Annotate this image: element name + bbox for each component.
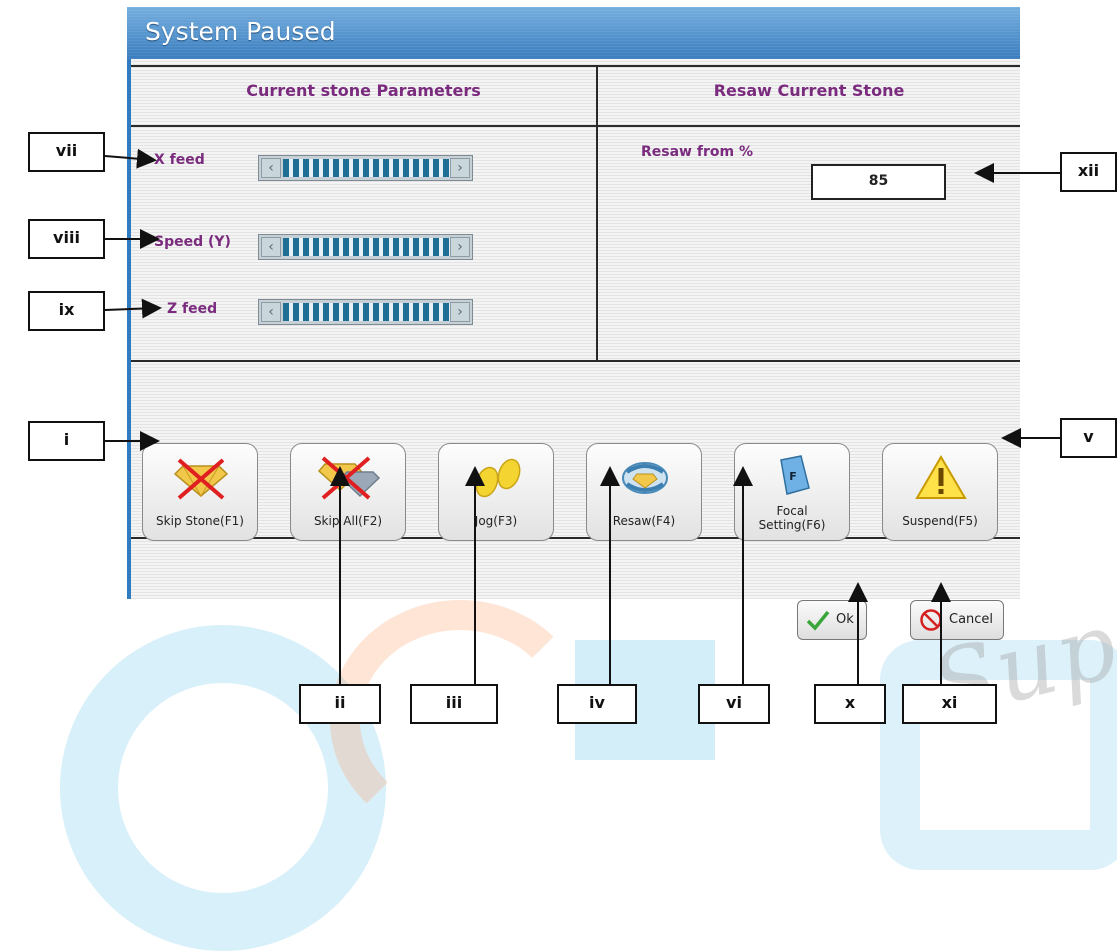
slider-track[interactable] xyxy=(283,159,451,177)
resaw-icon xyxy=(622,462,668,494)
speed-y-label: Speed (Y) xyxy=(154,234,231,250)
cancel-icon xyxy=(920,609,942,631)
divider xyxy=(131,125,1020,127)
callout-iii: iii xyxy=(410,684,498,724)
jog-label: Jog(F3) xyxy=(474,514,518,528)
callout-viii: viii xyxy=(28,219,105,259)
footprints-icon xyxy=(475,458,521,498)
skip-all-button[interactable]: Skip All(F2) xyxy=(290,443,406,541)
callout-xii: xii xyxy=(1060,152,1117,192)
focal-setting-label: Focal Setting(F6) xyxy=(758,504,826,532)
skip-all-label: Skip All(F2) xyxy=(313,514,383,528)
resaw-label: Resaw(F4) xyxy=(612,514,676,528)
suspend-button[interactable]: Suspend(F5) xyxy=(882,443,998,541)
cancel-button[interactable]: Cancel xyxy=(910,600,1004,640)
resaw-current-stone-header: Resaw Current Stone xyxy=(713,80,905,100)
callout-ii: ii xyxy=(299,684,381,724)
x-feed-slider[interactable]: ‹ › xyxy=(258,155,473,181)
resaw-button[interactable]: Resaw(F4) xyxy=(586,443,702,541)
speed-y-slider[interactable]: ‹ › xyxy=(258,234,473,260)
chevron-right-icon[interactable]: › xyxy=(450,302,470,322)
ok-button[interactable]: Ok xyxy=(797,600,867,640)
system-paused-dialog: System Paused Current stone Parameters R… xyxy=(127,7,1020,640)
warning-icon xyxy=(915,455,967,499)
resaw-percent-input[interactable]: 85 xyxy=(811,164,946,200)
chevron-right-icon[interactable]: › xyxy=(450,237,470,257)
callout-vi: vi xyxy=(698,684,770,724)
current-stone-parameters-header: Current stone Parameters xyxy=(246,80,481,100)
callout-iv: iv xyxy=(557,684,637,724)
chevron-left-icon[interactable]: ‹ xyxy=(261,158,281,178)
checkmark-icon xyxy=(806,610,830,631)
watermark-logo-a xyxy=(60,625,386,951)
watermark-logo-r xyxy=(880,640,1117,870)
chevron-right-icon[interactable]: › xyxy=(450,158,470,178)
skip-stone-icon xyxy=(173,458,229,500)
skip-all-icon xyxy=(317,456,381,500)
suspend-label: Suspend(F5) xyxy=(902,514,978,528)
z-feed-label: Z feed xyxy=(167,301,218,317)
callout-x: x xyxy=(814,684,886,724)
callout-v: v xyxy=(1060,418,1117,458)
divider xyxy=(131,360,1020,362)
callout-i: i xyxy=(28,421,105,461)
dialog-body: Current stone Parameters Resaw Current S… xyxy=(131,59,1020,640)
callout-ix: ix xyxy=(28,291,105,331)
skip-stone-label: Skip Stone(F1) xyxy=(156,514,244,528)
title-bar: System Paused xyxy=(127,7,1020,59)
slider-track[interactable] xyxy=(283,303,451,321)
chevron-left-icon[interactable]: ‹ xyxy=(261,237,281,257)
slider-track[interactable] xyxy=(283,238,451,256)
focal-setting-button[interactable]: F Focal Setting(F6) xyxy=(734,443,850,541)
x-feed-label: X feed xyxy=(154,152,205,168)
chevron-left-icon[interactable]: ‹ xyxy=(261,302,281,322)
z-feed-slider[interactable]: ‹ › xyxy=(258,299,473,325)
jog-button[interactable]: Jog(F3) xyxy=(438,443,554,541)
focal-setting-icon: F xyxy=(780,455,810,495)
callout-xi: xi xyxy=(902,684,997,724)
svg-text:F: F xyxy=(789,470,797,483)
skip-stone-button[interactable]: Skip Stone(F1) xyxy=(142,443,258,541)
callout-vii: vii xyxy=(28,132,105,172)
cancel-label: Cancel xyxy=(949,612,994,627)
ok-label: Ok xyxy=(836,612,854,627)
resaw-from-label: Resaw from % xyxy=(641,144,753,160)
dialog-title: System Paused xyxy=(145,17,336,46)
